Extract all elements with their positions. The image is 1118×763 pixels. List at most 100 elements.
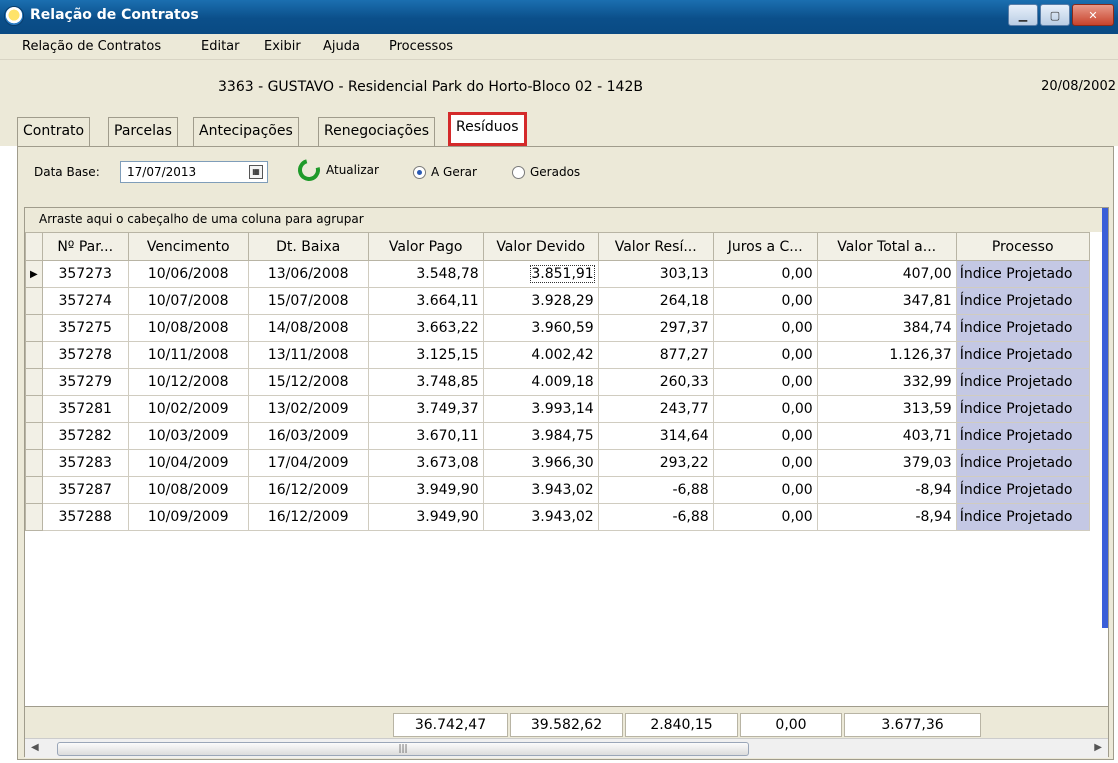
cell-dt-baixa[interactable]: 14/08/2008 (247, 314, 369, 342)
refresh-button[interactable]: Atualizar (293, 154, 379, 186)
cell-n-parcela[interactable]: 357275 (41, 314, 129, 342)
table-row[interactable]: ▶ 357273 10/06/2008 13/06/2008 3.548,78 3.851… (25, 260, 1090, 288)
cell-valor-residuo[interactable]: 264,18 (597, 287, 714, 315)
cell-valor-devido[interactable]: 3.928,29 (482, 287, 599, 315)
row-selector[interactable] (25, 503, 43, 531)
cell-processo[interactable]: Índice Projetado (955, 287, 1090, 315)
tab-contrato[interactable]: Contrato (17, 117, 91, 146)
row-selector[interactable] (25, 422, 43, 450)
cell-valor-total[interactable]: 313,59 (816, 395, 957, 423)
cell-processo[interactable]: Índice Projetado (955, 449, 1090, 477)
cell-juros[interactable]: 0,00 (712, 476, 818, 504)
row-selector[interactable] (25, 368, 43, 396)
cell-valor-pago[interactable]: 3.670,11 (367, 422, 484, 450)
tab-renegociacoes[interactable]: Renegociações (318, 117, 435, 146)
cell-juros[interactable]: 0,00 (712, 503, 818, 531)
cell-valor-residuo[interactable]: 293,22 (597, 449, 714, 477)
cell-valor-residuo[interactable]: 303,13 (597, 260, 714, 288)
cell-valor-pago[interactable]: 3.664,11 (367, 287, 484, 315)
radio-a-gerar[interactable]: A Gerar (413, 165, 477, 179)
cell-vencimento[interactable]: 10/09/2009 (127, 503, 249, 531)
scroll-left-icon[interactable]: ◀ (31, 742, 39, 753)
menu-processos[interactable]: Processos (389, 39, 453, 54)
date-base-field[interactable]: 17/07/2013 ▦ (120, 161, 268, 183)
cell-valor-total[interactable]: 347,81 (816, 287, 957, 315)
cell-valor-residuo[interactable]: -6,88 (597, 476, 714, 504)
cell-vencimento[interactable]: 10/12/2008 (127, 368, 249, 396)
cell-valor-devido[interactable]: 3.993,14 (482, 395, 599, 423)
menu-editar[interactable]: Editar (201, 39, 240, 54)
tab-parcelas[interactable]: Parcelas (108, 117, 178, 146)
cell-valor-devido[interactable]: 3.851,91 (482, 260, 599, 288)
col-header-juros[interactable]: Juros a C... (712, 232, 818, 261)
group-by-area[interactable]: Arraste aqui o cabeçalho de uma coluna p… (25, 208, 1108, 232)
cell-processo[interactable]: Índice Projetado (955, 395, 1090, 423)
table-row[interactable]: 357283 10/04/2009 17/04/2009 3.673,08 3.966,… (25, 449, 1090, 477)
vertical-scrollbar[interactable] (1102, 208, 1108, 628)
cell-dt-baixa[interactable]: 15/07/2008 (247, 287, 369, 315)
cell-dt-baixa[interactable]: 13/06/2008 (247, 260, 369, 288)
cell-valor-residuo[interactable]: 314,64 (597, 422, 714, 450)
cell-juros[interactable]: 0,00 (712, 314, 818, 342)
cell-valor-residuo[interactable]: 877,27 (597, 341, 714, 369)
table-row[interactable]: 357279 10/12/2008 15/12/2008 3.748,85 4.009,… (25, 368, 1090, 396)
cell-valor-total[interactable]: -8,94 (816, 476, 957, 504)
menu-exibir[interactable]: Exibir (264, 39, 301, 54)
minimize-button[interactable]: ▁ (1008, 4, 1038, 26)
col-header-valor-devido[interactable]: Valor Devido (482, 232, 599, 261)
cell-valor-total[interactable]: -8,94 (816, 503, 957, 531)
cell-juros[interactable]: 0,00 (712, 260, 818, 288)
maximize-button[interactable]: ▢ (1040, 4, 1070, 26)
cell-n-parcela[interactable]: 357283 (41, 449, 129, 477)
cell-n-parcela[interactable]: 357281 (41, 395, 129, 423)
cell-dt-baixa[interactable]: 15/12/2008 (247, 368, 369, 396)
cell-valor-total[interactable]: 403,71 (816, 422, 957, 450)
cell-valor-pago[interactable]: 3.548,78 (367, 260, 484, 288)
cell-vencimento[interactable]: 10/08/2009 (127, 476, 249, 504)
table-row[interactable]: 357282 10/03/2009 16/03/2009 3.670,11 3.984,… (25, 422, 1090, 450)
cell-dt-baixa[interactable]: 13/11/2008 (247, 341, 369, 369)
tab-antecipacoes[interactable]: Antecipações (193, 117, 299, 146)
row-selector[interactable] (25, 395, 43, 423)
scroll-thumb[interactable]: ||| (57, 742, 749, 756)
cell-valor-residuo[interactable]: -6,88 (597, 503, 714, 531)
table-row[interactable]: 357275 10/08/2008 14/08/2008 3.663,22 3.960,… (25, 314, 1090, 342)
cell-valor-devido[interactable]: 3.943,02 (482, 503, 599, 531)
cell-processo[interactable]: Índice Projetado (955, 368, 1090, 396)
cell-juros[interactable]: 0,00 (712, 449, 818, 477)
scroll-right-icon[interactable]: ▶ (1094, 742, 1102, 753)
row-selector[interactable] (25, 287, 43, 315)
cell-valor-total[interactable]: 379,03 (816, 449, 957, 477)
table-row[interactable]: 357278 10/11/2008 13/11/2008 3.125,15 4.002,… (25, 341, 1090, 369)
cell-valor-pago[interactable]: 3.949,90 (367, 476, 484, 504)
table-row[interactable]: 357288 10/09/2009 16/12/2009 3.949,90 3.943,… (25, 503, 1090, 531)
cell-vencimento[interactable]: 10/07/2008 (127, 287, 249, 315)
cell-processo[interactable]: Índice Projetado (955, 341, 1090, 369)
row-selector[interactable] (25, 341, 43, 369)
cell-valor-devido[interactable]: 3.966,30 (482, 449, 599, 477)
tab-residuos[interactable]: Resíduos (448, 112, 527, 146)
close-button[interactable]: ✕ (1072, 4, 1114, 26)
table-row[interactable]: 357274 10/07/2008 15/07/2008 3.664,11 3.928,… (25, 287, 1090, 315)
cell-processo[interactable]: Índice Projetado (955, 476, 1090, 504)
col-header-valor-pago[interactable]: Valor Pago (367, 232, 484, 261)
cell-vencimento[interactable]: 10/03/2009 (127, 422, 249, 450)
cell-valor-total[interactable]: 384,74 (816, 314, 957, 342)
cell-valor-pago[interactable]: 3.673,08 (367, 449, 484, 477)
cell-valor-devido[interactable]: 4.002,42 (482, 341, 599, 369)
cell-valor-devido[interactable]: 3.943,02 (482, 476, 599, 504)
menu-relacao-contratos[interactable]: Relação de Contratos (22, 39, 161, 54)
cell-valor-total[interactable]: 407,00 (816, 260, 957, 288)
row-selector[interactable] (25, 476, 43, 504)
cell-juros[interactable]: 0,00 (712, 368, 818, 396)
row-selector[interactable]: ▶ (25, 260, 43, 288)
cell-valor-residuo[interactable]: 243,77 (597, 395, 714, 423)
radio-gerados[interactable]: Gerados (512, 165, 580, 179)
cell-n-parcela[interactable]: 357282 (41, 422, 129, 450)
cell-dt-baixa[interactable]: 13/02/2009 (247, 395, 369, 423)
menu-ajuda[interactable]: Ajuda (323, 39, 360, 54)
horizontal-scrollbar[interactable]: ◀ ||| ▶ (25, 738, 1108, 758)
col-header-n-parcela[interactable]: Nº Par... (41, 232, 129, 261)
cell-n-parcela[interactable]: 357287 (41, 476, 129, 504)
cell-valor-residuo[interactable]: 260,33 (597, 368, 714, 396)
